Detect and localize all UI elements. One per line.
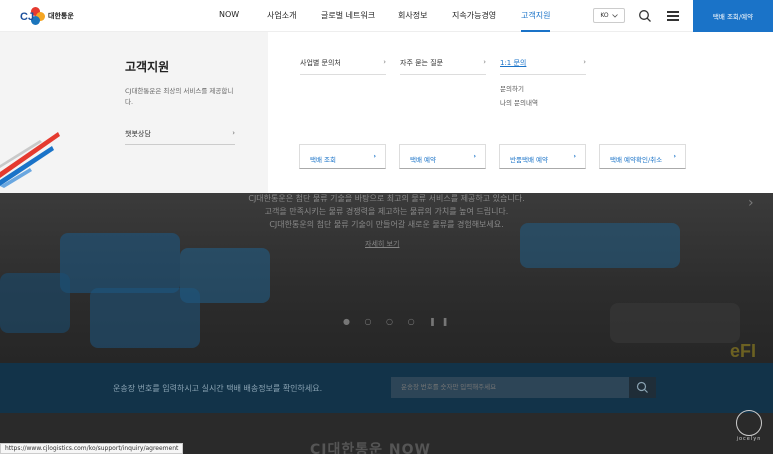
nav-item-now[interactable]: NOW xyxy=(219,10,239,19)
background-image xyxy=(610,303,740,343)
chevron-right-icon: › xyxy=(573,152,576,160)
site-header: CJ 대한통운 NOW 사업소개 글로벌 네트워크 회사정보 지속가능경영 고객… xyxy=(0,0,773,32)
search-icon xyxy=(639,10,651,22)
carousel-indicators[interactable]: ● ○ ○ ○ ❚❚ xyxy=(343,317,455,326)
hero-text-line: 고객을 만족시키는 물류 경쟁력을 제고하는 물류의 가치를 높여 드립니다. xyxy=(264,207,509,216)
business-contacts-link[interactable]: 사업별 문의처 › xyxy=(300,58,386,75)
hero-brand-text: eFI xyxy=(730,341,757,361)
submit-inquiry-link[interactable]: 문의하기 xyxy=(500,83,524,93)
watermark: jocelyn xyxy=(733,410,765,450)
chevron-right-icon: › xyxy=(373,152,376,160)
search-button[interactable] xyxy=(638,9,652,23)
quick-parcel-reserve-button[interactable]: 택배 예약 › xyxy=(399,144,486,169)
hero-more-link[interactable]: 자세히 보기 xyxy=(365,239,399,249)
quick-parcel-track-button[interactable]: 택배 조회 › xyxy=(299,144,386,169)
parcel-track-reserve-button[interactable]: 택배 조회/예약 xyxy=(693,0,773,32)
hamburger-menu-icon[interactable] xyxy=(667,11,679,21)
quick-reservation-check-button[interactable]: 택배 예약확인/취소 › xyxy=(599,144,686,169)
robot-image xyxy=(90,288,200,348)
nav-item-global-network[interactable]: 글로벌 네트워크 xyxy=(321,10,375,21)
tracking-number-input[interactable] xyxy=(391,377,629,398)
chevron-right-icon: › xyxy=(583,58,586,66)
chevron-down-icon xyxy=(611,13,618,18)
tracking-bar: 운송장 번호를 입력하시고 실시간 택배 배송정보를 확인하세요. xyxy=(0,363,773,413)
chevron-right-icon: › xyxy=(673,152,676,160)
search-icon xyxy=(636,381,648,393)
mega-menu: 고객지원 CJ대한통운은 최상의 서비스를 제공합니다. 챗봇상담 › 사업별 … xyxy=(0,32,773,193)
my-inquiries-link[interactable]: 나의 문의내역 xyxy=(500,97,538,107)
mega-menu-intro: 고객지원 CJ대한통운은 최상의 서비스를 제공합니다. 챗봇상담 › xyxy=(0,32,268,193)
carousel-next-icon[interactable]: › xyxy=(748,195,754,211)
chatbot-label: 챗봇상담 xyxy=(125,130,151,138)
mega-menu-title: 고객지원 xyxy=(125,60,170,74)
cj-logo-icon: CJ xyxy=(20,6,45,26)
now-section-title: CJ대한통운 NOW xyxy=(310,442,431,454)
chevron-right-icon: › xyxy=(232,129,235,137)
language-select[interactable]: KO xyxy=(593,8,625,23)
active-nav-indicator xyxy=(521,30,550,32)
chevron-right-icon: › xyxy=(473,152,476,160)
watermark-text: jocelyn xyxy=(736,436,762,442)
hero-text-line: CJ대한통운은 첨단 물류 기술을 바탕으로 최고의 물류 서비스를 제공하고 … xyxy=(248,194,525,203)
faq-link[interactable]: 자주 묻는 질문 › xyxy=(400,58,486,75)
chevron-right-icon: › xyxy=(483,58,486,66)
language-value: KO xyxy=(600,12,609,19)
decorative-stripes-graphic xyxy=(0,132,60,188)
nav-item-company[interactable]: 회사정보 xyxy=(398,10,427,21)
tracking-search-button[interactable] xyxy=(629,377,656,398)
mega-menu-description: CJ대한통운은 최상의 서비스를 제공합니다. xyxy=(125,87,234,106)
hero-text-line: CJ대한통운의 첨단 물류 기술이 만들어갈 새로운 물류를 경험해보세요. xyxy=(269,220,504,229)
chevron-right-icon: › xyxy=(383,58,386,66)
browser-status-url: https://www.cjlogistics.com/ko/support/i… xyxy=(0,443,184,454)
nav-item-business[interactable]: 사업소개 xyxy=(267,10,296,21)
watermark-face-icon xyxy=(736,410,762,436)
logo-text: 대한통운 xyxy=(48,12,74,20)
logo[interactable]: CJ 대한통운 xyxy=(20,6,74,26)
robot-image xyxy=(0,273,70,333)
hero-banner: CJ대한통운은 첨단 물류 기술을 바탕으로 최고의 물류 서비스를 제공하고 … xyxy=(0,193,773,363)
one-on-one-inquiry-link[interactable]: 1:1 문의 › xyxy=(500,58,586,75)
robot-image xyxy=(60,233,180,293)
nav-item-sustainability[interactable]: 지속가능경영 xyxy=(452,10,496,21)
chatbot-link[interactable]: 챗봇상담 › xyxy=(125,129,235,145)
quick-return-reserve-button[interactable]: 반품택배 예약 › xyxy=(499,144,586,169)
tracking-message: 운송장 번호를 입력하시고 실시간 택배 배송정보를 확인하세요. xyxy=(113,384,323,393)
nav-item-support[interactable]: 고객지원 xyxy=(521,10,550,21)
